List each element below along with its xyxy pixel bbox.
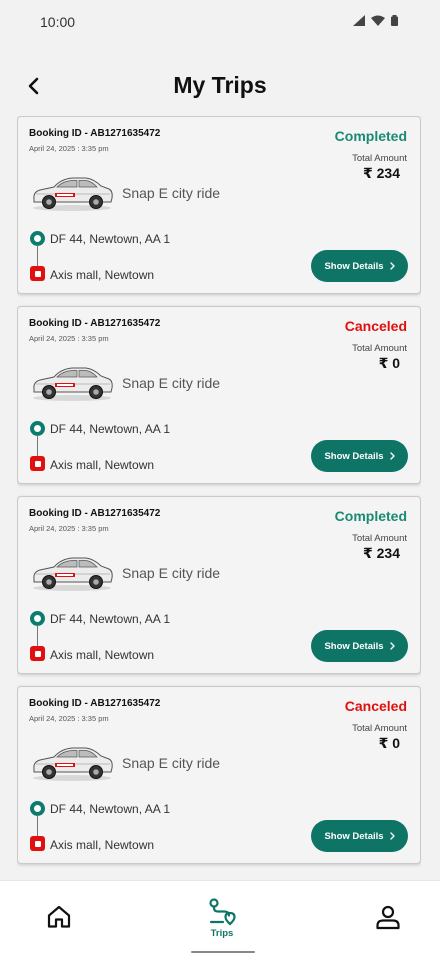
trip-status-badge: Canceled xyxy=(344,698,407,714)
drop-location: Axis mall, Newtown xyxy=(50,838,155,852)
pickup-location: DF 44, Newtown, AA 1 xyxy=(50,232,171,246)
page-title: My Trips xyxy=(173,72,267,98)
drop-location: Axis mall, Newtown xyxy=(50,268,155,282)
show-details-label: Show Details xyxy=(324,450,384,462)
total-amount-label: Total Amount xyxy=(352,723,407,734)
total-amount: ₹ 234 xyxy=(363,165,400,181)
nav-trips[interactable]: Trips xyxy=(172,881,272,953)
show-details-label: Show Details xyxy=(324,830,384,842)
chevron-right-icon xyxy=(389,642,395,650)
pickup-marker-icon xyxy=(30,801,45,816)
wifi-icon xyxy=(371,15,385,26)
trip-list[interactable]: Booking ID - AB1271635472 April 24, 2025… xyxy=(17,116,421,878)
my-trips-screen: 10:00 My Trips Booking ID - AB1271635472… xyxy=(0,0,440,960)
drop-location: Axis mall, Newtown xyxy=(50,458,155,472)
route-connector xyxy=(37,245,38,267)
booking-id: Booking ID - AB1271635472 xyxy=(29,508,161,519)
trip-status-badge: Completed xyxy=(334,508,407,524)
car-image xyxy=(33,177,113,211)
total-amount-label: Total Amount xyxy=(352,533,407,544)
booking-date: April 24, 2025 : 3:35 pm xyxy=(29,524,109,533)
car-image xyxy=(33,367,113,401)
chevron-right-icon xyxy=(389,262,395,270)
total-amount: ₹ 234 xyxy=(363,545,400,561)
trip-card[interactable]: Booking ID - AB1271635472 April 24, 2025… xyxy=(17,686,421,864)
ride-name: Snap E city ride xyxy=(122,755,221,771)
show-details-button[interactable]: Show Details xyxy=(311,630,408,662)
route-connector xyxy=(37,435,38,457)
pickup-marker-icon xyxy=(30,611,45,626)
show-details-label: Show Details xyxy=(324,260,384,272)
chevron-right-icon xyxy=(389,452,395,460)
chevron-right-icon xyxy=(389,832,395,840)
home-indicator[interactable] xyxy=(191,951,255,953)
drop-marker-icon xyxy=(30,266,45,281)
nav-trips-label: Trips xyxy=(210,927,234,939)
car-image xyxy=(33,557,113,591)
show-details-button[interactable]: Show Details xyxy=(311,250,408,282)
header: My Trips xyxy=(0,60,440,110)
booking-date: April 24, 2025 : 3:35 pm xyxy=(29,714,109,723)
show-details-label: Show Details xyxy=(324,640,384,652)
total-amount: ₹ 0 xyxy=(378,735,400,751)
trip-card[interactable]: Booking ID - AB1271635472 April 24, 2025… xyxy=(17,496,421,674)
show-details-button[interactable]: Show Details xyxy=(311,820,408,852)
booking-id: Booking ID - AB1271635472 xyxy=(29,698,161,709)
total-amount-label: Total Amount xyxy=(352,343,407,354)
pickup-location: DF 44, Newtown, AA 1 xyxy=(50,422,171,436)
pickup-location: DF 44, Newtown, AA 1 xyxy=(50,612,171,626)
total-amount: ₹ 0 xyxy=(378,355,400,371)
drop-marker-icon xyxy=(30,836,45,851)
ride-name: Snap E city ride xyxy=(122,185,221,201)
route-connector xyxy=(37,625,38,647)
trip-card[interactable]: Booking ID - AB1271635472 April 24, 2025… xyxy=(17,116,421,294)
trip-card[interactable]: Booking ID - AB1271635472 April 24, 2025… xyxy=(17,306,421,484)
trip-status-badge: Canceled xyxy=(344,318,407,334)
pickup-marker-icon xyxy=(30,231,45,246)
booking-id: Booking ID - AB1271635472 xyxy=(29,318,161,329)
pickup-marker-icon xyxy=(30,421,45,436)
drop-marker-icon xyxy=(30,646,45,661)
show-details-button[interactable]: Show Details xyxy=(311,440,408,472)
status-icons xyxy=(353,15,398,26)
drop-marker-icon xyxy=(30,456,45,471)
nav-profile[interactable] xyxy=(338,881,438,953)
trip-status-badge: Completed xyxy=(334,128,407,144)
status-bar: 10:00 xyxy=(0,0,440,44)
bottom-nav: Trips xyxy=(0,880,440,960)
ride-name: Snap E city ride xyxy=(122,565,221,581)
battery-icon xyxy=(391,15,398,26)
user-icon xyxy=(376,905,400,930)
route-connector xyxy=(37,815,38,837)
nav-home[interactable] xyxy=(9,881,109,953)
status-time: 10:00 xyxy=(40,14,76,30)
pickup-location: DF 44, Newtown, AA 1 xyxy=(50,802,171,816)
ride-name: Snap E city ride xyxy=(122,375,221,391)
home-icon xyxy=(47,905,71,928)
booking-id: Booking ID - AB1271635472 xyxy=(29,128,161,139)
drop-location: Axis mall, Newtown xyxy=(50,648,155,662)
total-amount-label: Total Amount xyxy=(352,153,407,164)
route-icon xyxy=(209,897,236,925)
booking-date: April 24, 2025 : 3:35 pm xyxy=(29,334,109,343)
booking-date: April 24, 2025 : 3:35 pm xyxy=(29,144,109,153)
signal-icon xyxy=(353,15,365,26)
car-image xyxy=(33,747,113,781)
